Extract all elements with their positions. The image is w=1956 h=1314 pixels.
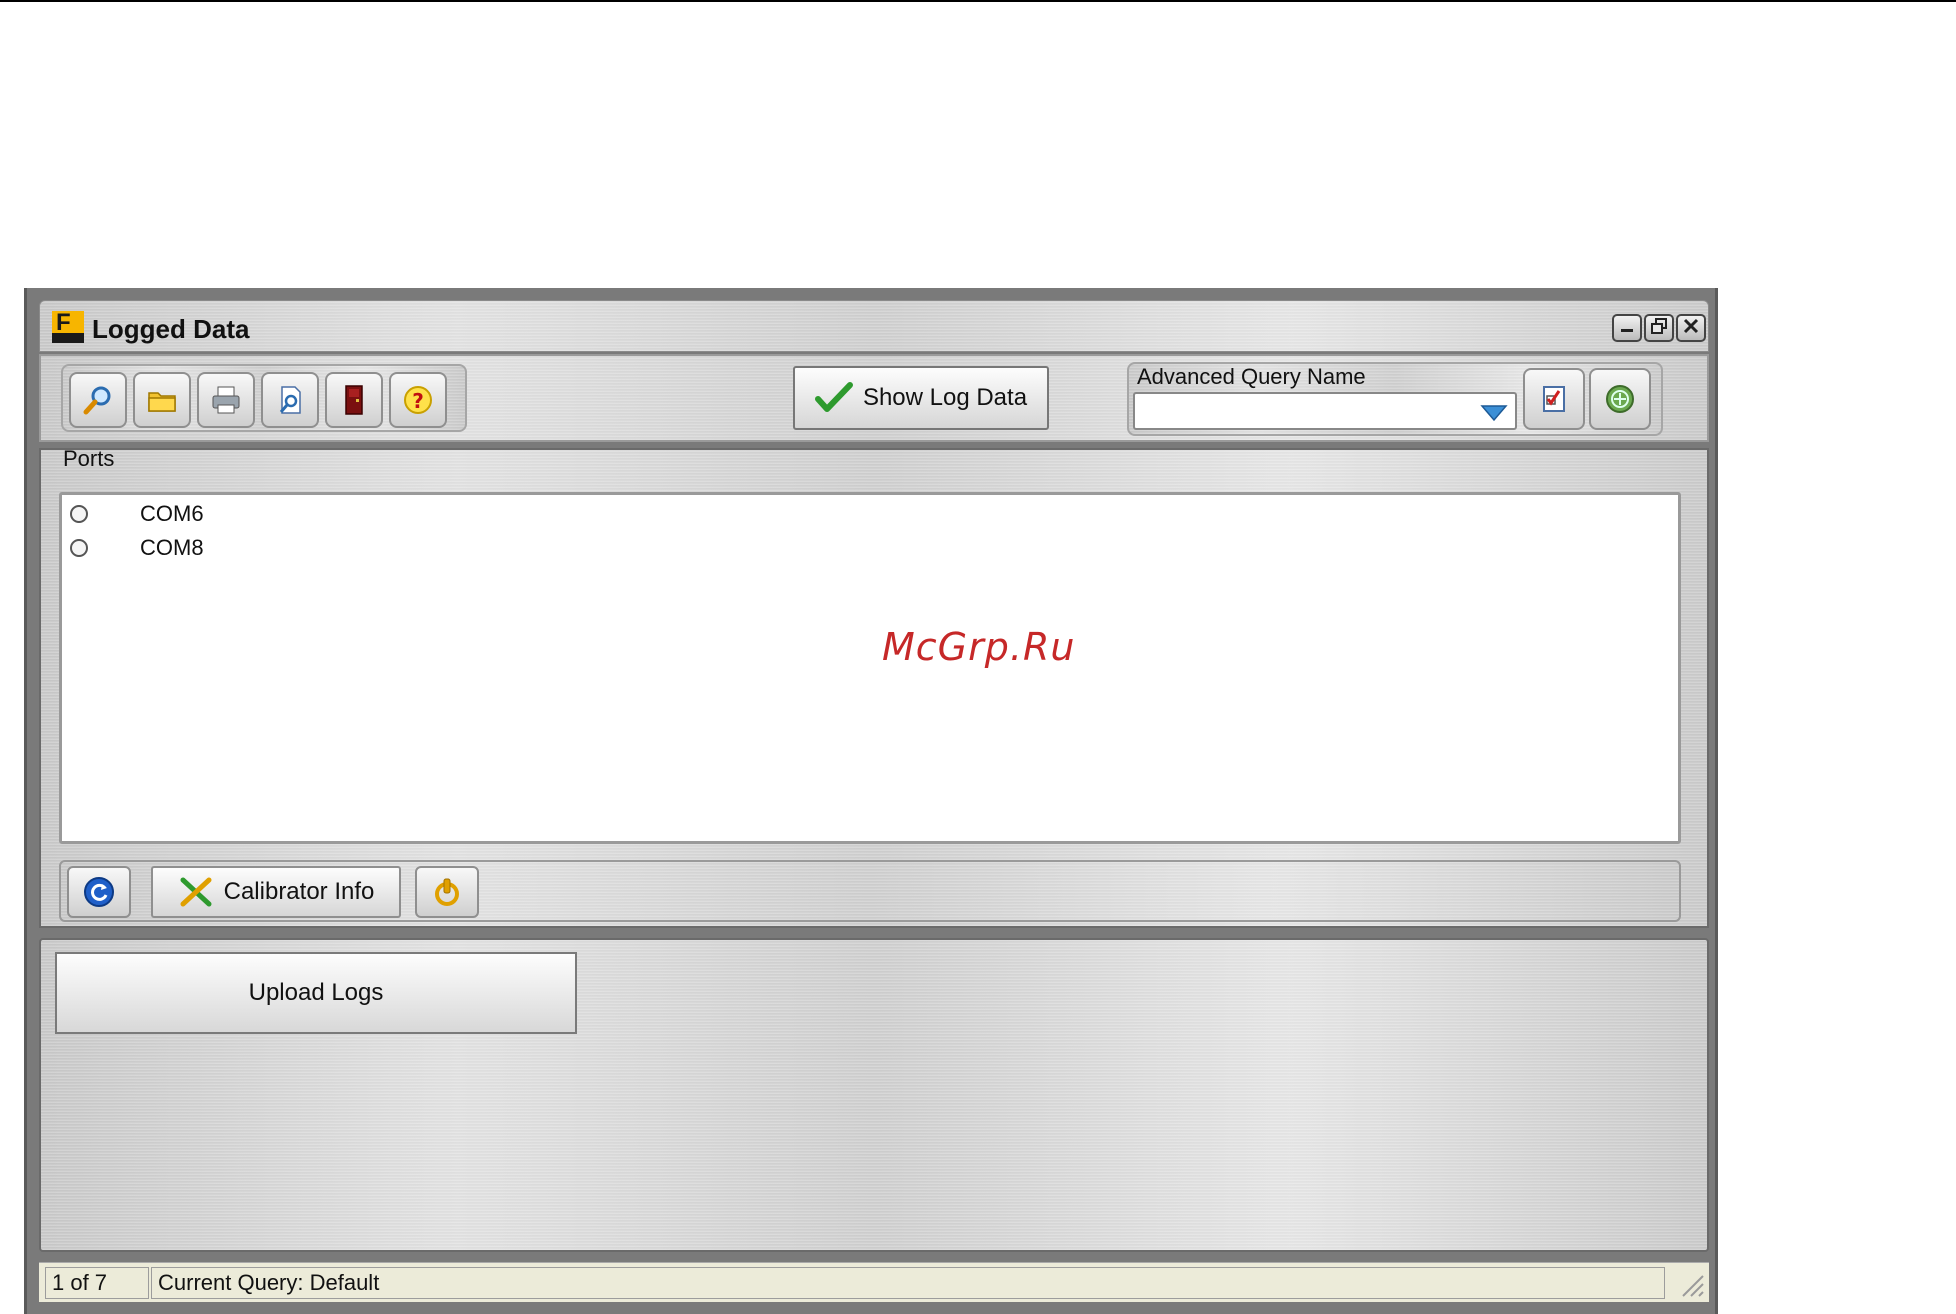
restore-button[interactable] xyxy=(1644,314,1674,342)
search-button[interactable] xyxy=(69,372,127,428)
power-icon xyxy=(435,878,459,906)
top-border-line xyxy=(0,0,1956,2)
calibrator-info-button[interactable]: Calibrator Info xyxy=(151,866,401,918)
print-preview-icon xyxy=(279,386,301,414)
search-icon xyxy=(83,386,111,415)
run-query-button[interactable] xyxy=(1589,368,1651,430)
edit-query-button[interactable] xyxy=(1523,368,1585,430)
logged-data-window: F Logged Data ? Show Log Data Advanced Q… xyxy=(24,288,1718,1314)
close-button[interactable] xyxy=(1676,314,1706,342)
globe-run-icon xyxy=(1606,385,1634,413)
ports-action-bar: Calibrator Info xyxy=(59,860,1681,922)
upload-logs-button[interactable]: Upload Logs xyxy=(55,952,577,1034)
status-page-count: 1 of 7 xyxy=(45,1267,149,1299)
port-label-com6: COM6 xyxy=(140,501,204,526)
printer-icon xyxy=(212,386,240,414)
help-icon: ? xyxy=(404,386,432,414)
minimize-icon xyxy=(1621,329,1633,332)
open-folder-button[interactable] xyxy=(133,372,191,428)
ports-panel: Ports COM6 COM8 McGrp.Ru Calibrator Info xyxy=(39,446,1709,928)
restore-icon xyxy=(1651,318,1667,334)
show-log-data-label: Show Log Data xyxy=(862,384,1028,411)
print-button[interactable] xyxy=(197,372,255,428)
port-radio-com6[interactable] xyxy=(70,505,88,523)
ports-legend: Ports xyxy=(63,446,115,471)
advanced-query-select[interactable] xyxy=(1133,392,1517,430)
toolbar-icon-group: ? xyxy=(61,364,467,432)
port-row-com6[interactable]: COM6 xyxy=(70,499,204,529)
exit-door-icon xyxy=(345,385,363,415)
refresh-button[interactable] xyxy=(67,866,131,918)
calibrator-info-label: Calibrator Info xyxy=(223,878,375,905)
resize-grip-icon[interactable] xyxy=(1677,1270,1705,1298)
exit-button[interactable] xyxy=(325,372,383,428)
main-toolbar: ? Show Log Data Advanced Query Name xyxy=(39,354,1709,442)
refresh-icon xyxy=(84,877,114,907)
advanced-query-label: Advanced Query Name xyxy=(1137,364,1366,389)
svg-text:?: ? xyxy=(412,389,424,413)
calibrator-tools-icon xyxy=(180,877,212,907)
status-current-query: Current Query: Default xyxy=(151,1267,1665,1299)
port-row-com8[interactable]: COM8 xyxy=(70,533,204,563)
close-icon xyxy=(1683,318,1699,334)
folder-icon xyxy=(148,392,176,412)
port-radio-com8[interactable] xyxy=(70,539,88,557)
ports-list: COM6 COM8 McGrp.Ru xyxy=(59,492,1681,844)
advanced-query-group: Advanced Query Name xyxy=(1127,362,1663,436)
watermark: McGrp.Ru xyxy=(882,625,1076,669)
power-button[interactable] xyxy=(415,866,479,918)
chevron-down-icon[interactable] xyxy=(1479,400,1509,424)
checkmark-icon xyxy=(814,382,853,412)
status-bar: 1 of 7 Current Query: Default xyxy=(39,1262,1709,1302)
checklist-edit-icon xyxy=(1543,386,1565,412)
window-title: Logged Data xyxy=(92,314,250,344)
port-label-com8: COM8 xyxy=(140,535,204,560)
title-bar[interactable]: F Logged Data xyxy=(39,300,1709,352)
show-log-data-button[interactable]: Show Log Data xyxy=(793,366,1049,430)
app-logo: F xyxy=(52,309,84,343)
upload-panel: Upload Logs xyxy=(39,938,1709,1252)
minimize-button[interactable] xyxy=(1612,314,1642,342)
print-preview-button[interactable] xyxy=(261,372,319,428)
help-button[interactable]: ? xyxy=(389,372,447,428)
